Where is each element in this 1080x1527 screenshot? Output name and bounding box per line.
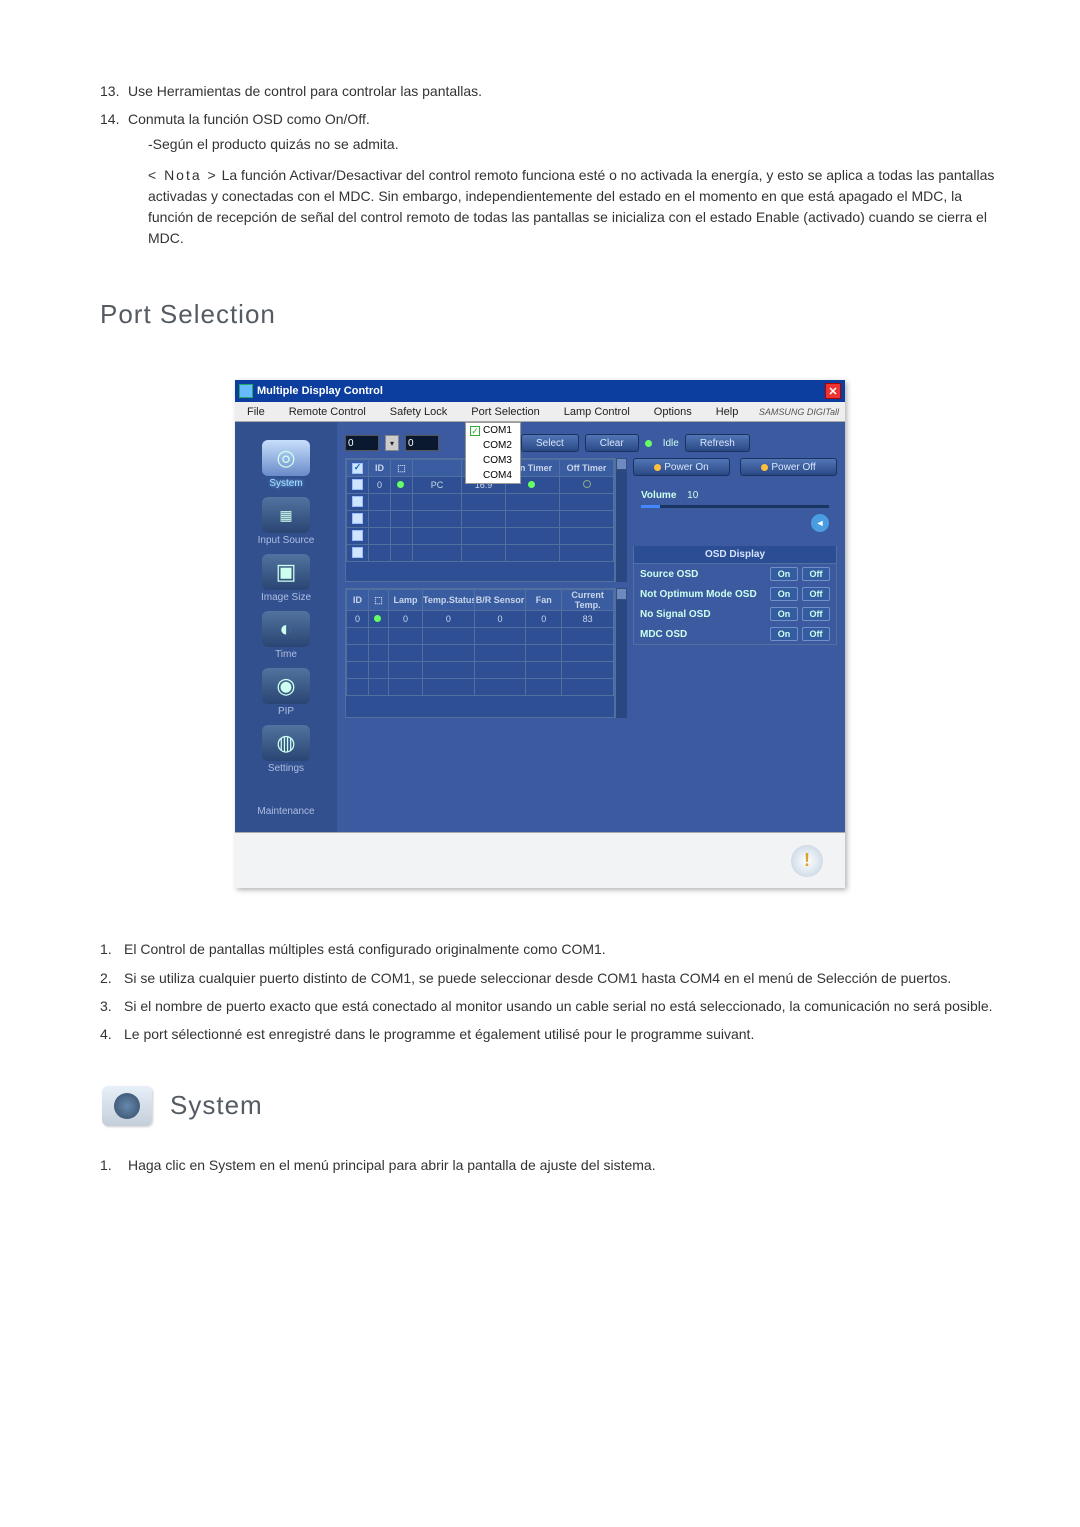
section-heading-port: Port Selection [100,299,1000,330]
menu-remote[interactable]: Remote Control [277,406,378,418]
scrollbar[interactable] [615,588,627,718]
check-icon: ✓ [470,426,480,436]
scrollbar[interactable] [615,458,627,582]
off-button[interactable]: Off [802,607,830,621]
led-icon [528,481,535,488]
sidebar-item-pip[interactable]: ◉ PIP [241,668,331,717]
note-label: < Nota > [148,167,218,183]
top-list: 13.Use Herramientas de control para cont… [100,80,1000,249]
alert-icon: ! [791,845,823,877]
menu-lamp[interactable]: Lamp Control [552,406,642,418]
list-item: 14.Conmuta la función OSD como On/Off. [100,108,1000,130]
volume-panel: Volume 10 ◄ [633,484,837,538]
clear-button[interactable]: Clear [585,434,639,452]
menu-port[interactable]: Port Selection [459,406,551,418]
system-list: 1.Haga clic en System en el menú princip… [100,1154,1000,1176]
status-table: ID ⬚ Lamp Temp.Status B/R Sensor Fan Cur… [345,588,627,718]
osd-row-notopt: Not Optimum Mode OSD OnOff [634,584,836,604]
sidebar-item-system[interactable]: ◎ System [241,440,331,489]
port-option-com2[interactable]: COM2 [466,438,520,453]
sidebar-item-maint[interactable]: Maintenance [241,782,331,817]
menu-options[interactable]: Options [642,406,704,418]
sidebar-item-settings[interactable]: ◍ Settings [241,725,331,774]
system-icon: ◎ [262,440,310,476]
menu-file[interactable]: File [235,406,277,418]
menu-help[interactable]: Help [704,406,751,418]
titlebar: Multiple Display Control ✕ [235,380,845,402]
on-button[interactable]: On [770,567,798,581]
image-icon: ▣ [262,554,310,590]
top-controls: 0 ▾ 0 Select Clear Idle Refresh [345,434,837,452]
volume-slider[interactable] [641,505,829,508]
menubar: File Remote Control Safety Lock Port Sel… [235,402,845,422]
volume-value: 10 [687,490,698,501]
close-icon[interactable]: ✕ [825,383,841,399]
led-icon [645,440,652,447]
off-button[interactable]: Off [802,587,830,601]
input-icon: ▦ [262,497,310,533]
on-button[interactable]: On [770,587,798,601]
led-icon [374,615,381,622]
menu-safety[interactable]: Safety Lock [378,406,459,418]
table-row[interactable]: 0 0 0 0 0 83 [347,611,614,628]
volume-label: Volume [641,490,676,501]
port-dropdown[interactable]: ✓COM1 COM2 COM3 COM4 [465,422,521,484]
led-icon [654,464,661,471]
idle-label: Idle [663,438,679,449]
select-button[interactable]: Select [521,434,579,452]
osd-row-source: Source OSD OnOff [634,564,836,584]
chevron-down-icon[interactable]: ▾ [385,435,399,451]
id-input-right[interactable]: 0 [405,435,439,451]
off-button[interactable]: Off [802,627,830,641]
checkbox-icon[interactable] [352,463,363,474]
osd-panel: OSD Display Source OSD OnOff Not Optimum… [633,546,837,645]
time-icon: ◐ [262,611,310,647]
power-on-button[interactable]: Power On [633,458,730,476]
on-button[interactable]: On [770,627,798,641]
port-option-com4[interactable]: COM4 [466,468,520,483]
refresh-button[interactable]: Refresh [685,434,750,452]
sidebar-item-input[interactable]: ▦ Input Source [241,497,331,546]
status-led-icon [397,481,404,488]
port-notes-list: 1.El Control de pantallas múltiples está… [100,938,1000,1046]
led-icon [583,480,591,488]
power-off-button[interactable]: Power Off [740,458,837,476]
osd-row-nosig: No Signal OSD OnOff [634,604,836,624]
speaker-icon[interactable]: ◄ [811,514,829,532]
id-input-left[interactable]: 0 [345,435,379,451]
led-icon [761,464,768,471]
window-title: Multiple Display Control [257,385,383,397]
system-section-icon [102,1086,152,1126]
note-body: La función Activar/Desactivar del contro… [148,167,994,246]
checkbox-icon[interactable] [352,479,363,490]
app-icon [239,384,253,398]
port-option-com1[interactable]: ✓COM1 [466,423,520,438]
sidebar-item-time[interactable]: ◐ Time [241,611,331,660]
sidebar: ◎ System ▦ Input Source ▣ Image Size ◐ T… [235,422,337,832]
on-button[interactable]: On [770,607,798,621]
status-bar: ! [235,832,845,888]
sidebar-item-image[interactable]: ▣ Image Size [241,554,331,603]
brand-label: SAMSUNG DIGITall [759,407,839,417]
list-subtext: -Según el producto quizás no se admita. [148,133,1000,155]
app-window: Multiple Display Control ✕ File Remote C… [235,380,845,888]
pip-icon: ◉ [262,668,310,704]
note-block: < Nota > La función Activar/Desactivar d… [148,165,1000,249]
osd-title: OSD Display [634,546,836,564]
off-button[interactable]: Off [802,567,830,581]
osd-row-mdc: MDC OSD OnOff [634,624,836,644]
section-heading-system: System [102,1086,1000,1126]
port-option-com3[interactable]: COM3 [466,453,520,468]
settings-icon: ◍ [262,725,310,761]
list-item: 13.Use Herramientas de control para cont… [100,80,1000,102]
